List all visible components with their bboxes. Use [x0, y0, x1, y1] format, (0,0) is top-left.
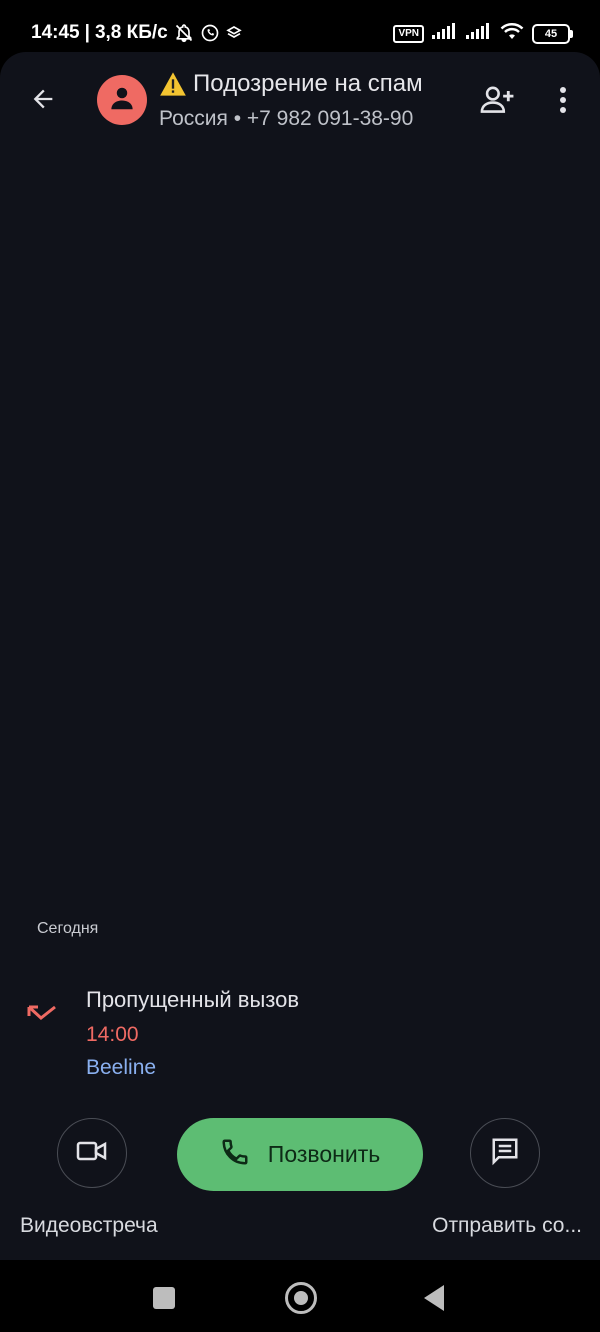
arrow-back-icon — [29, 85, 57, 118]
avatar — [97, 75, 147, 125]
person-icon — [107, 83, 137, 118]
video-call-label: Видеовстреча — [20, 1214, 158, 1237]
missed-call-icon — [26, 1001, 58, 1030]
signal-icon-2 — [466, 23, 492, 44]
phone-icon — [220, 1137, 250, 1173]
bell-off-icon — [174, 23, 194, 43]
video-call-button[interactable] — [57, 1118, 127, 1188]
wifi-icon — [500, 22, 524, 45]
send-message-label: Отправить со... — [432, 1214, 582, 1237]
vpn-badge: VPN — [393, 24, 424, 43]
status-bar: 14:45 | 3,8 КБ/с VPN 45 — [0, 0, 600, 56]
app-panel: Подозрение на спам Россия • +7 982 091-3… — [0, 52, 600, 1260]
call-carrier: Beeline — [86, 1056, 157, 1079]
call-button-label: Позвонить — [267, 1141, 381, 1167]
home-icon[interactable] — [285, 1282, 317, 1314]
status-right: VPN 45 — [393, 22, 573, 45]
call-time: 14:00 — [86, 1023, 139, 1046]
call-button[interactable]: Позвонить — [177, 1118, 423, 1191]
person-add-icon — [480, 84, 516, 121]
page-title: Подозрение на спам — [159, 70, 423, 98]
warning-icon — [159, 71, 187, 97]
navigation-bar — [0, 1260, 600, 1332]
battery-indicator: 45 — [532, 23, 573, 44]
signal-icon-1 — [432, 23, 458, 44]
back-button[interactable] — [24, 82, 62, 120]
call-details-screen: 14:45 | 3,8 КБ/с VPN 45 Подозрение на сп… — [0, 0, 600, 1332]
contact-subtitle: Россия • +7 982 091-38-90 — [159, 107, 414, 130]
videocam-icon — [76, 1139, 108, 1168]
status-time: 14:45 — [31, 22, 80, 43]
title-text: Подозрение на спам — [193, 70, 423, 97]
recents-icon[interactable] — [153, 1287, 175, 1309]
message-icon — [490, 1136, 520, 1171]
layers-icon — [226, 25, 242, 41]
call-type-label: Пропущенный вызов — [86, 987, 300, 1012]
nav-back-icon[interactable] — [424, 1285, 444, 1311]
status-network-speed: 3,8 КБ/с — [94, 22, 168, 43]
status-separator: | — [84, 22, 90, 43]
add-contact-button[interactable] — [478, 82, 518, 122]
section-today-label: Сегодня — [37, 920, 99, 937]
send-message-button[interactable] — [470, 1118, 540, 1188]
whatsapp-icon — [200, 23, 220, 43]
call-history-item: Пропущенный вызов 14:00 Beeline — [0, 977, 600, 1097]
status-left: 14:45 | 3,8 КБ/с — [31, 22, 242, 44]
more-options-button[interactable] — [548, 82, 578, 122]
more-vert-icon — [559, 86, 567, 119]
